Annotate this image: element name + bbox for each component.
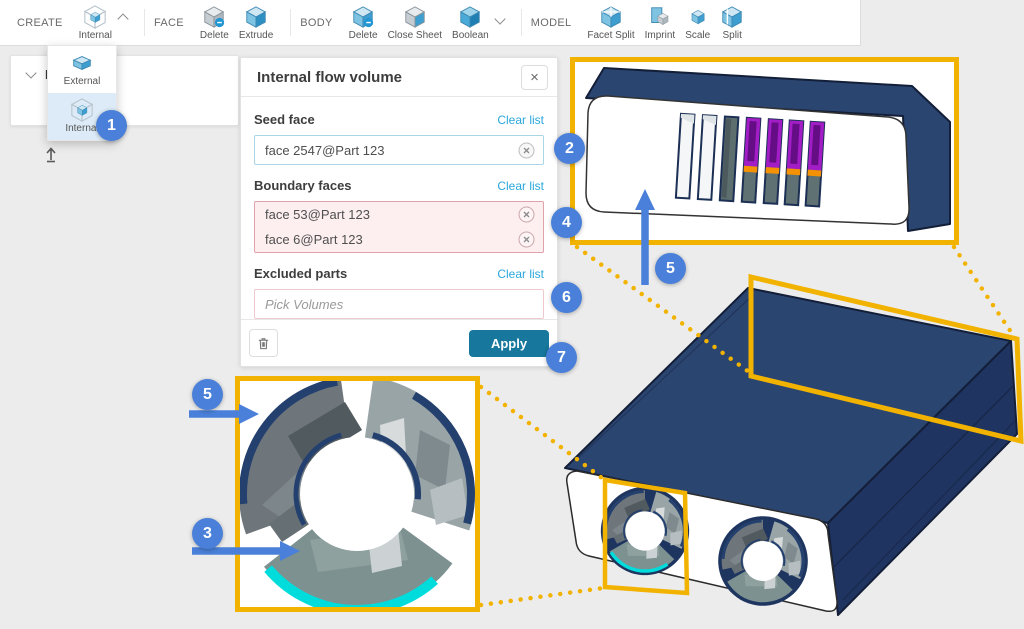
arrow-up-icon xyxy=(635,189,655,285)
group-label-model: MODEL xyxy=(531,17,572,29)
toolbar-button-boolean[interactable]: Boolean xyxy=(452,5,504,41)
upload-button[interactable] xyxy=(41,144,61,164)
top-face-highlight-frame xyxy=(751,277,1021,441)
top-toolbar: CREATE Internal FACE Delete xyxy=(0,0,861,46)
model-split-icon xyxy=(720,5,744,29)
internal-volume-icon xyxy=(83,5,107,29)
body-close-sheet-icon xyxy=(403,5,427,29)
toolbar-button-face-extrude[interactable]: Extrude xyxy=(239,5,273,41)
body-boolean-icon xyxy=(458,5,482,29)
toolbar-group-face: FACE Delete Extrude xyxy=(145,0,291,45)
dialog-title: Internal flow volume xyxy=(257,69,402,86)
face-delete-icon xyxy=(202,5,226,29)
callout-6: 6 xyxy=(551,282,582,313)
callout-4: 4 xyxy=(551,207,582,238)
rear-slots-inset xyxy=(573,60,957,243)
dialog-footer: Apply xyxy=(241,319,557,366)
dialog-header: Internal flow volume × xyxy=(241,58,557,97)
callout-2: 2 xyxy=(554,133,585,164)
dropdown-option-external[interactable]: External xyxy=(48,46,116,93)
callout-5-top: 5 xyxy=(655,253,686,284)
chevron-down-icon xyxy=(494,13,505,24)
toolbar-button-facet-split[interactable]: Facet Split xyxy=(587,5,634,41)
model-facet-split-icon xyxy=(599,5,623,29)
internal-volume-icon xyxy=(70,98,94,122)
seed-face-clear-link[interactable]: Clear list xyxy=(497,113,544,127)
callout-1: 1 xyxy=(96,110,127,141)
trash-icon xyxy=(256,336,271,351)
remove-icon[interactable] xyxy=(518,206,535,223)
toolbar-button-internal[interactable]: Internal xyxy=(79,5,127,41)
chevron-down-icon[interactable] xyxy=(25,67,36,78)
toolbar-button-split[interactable]: Split xyxy=(720,5,744,41)
fan-zoom-inset xyxy=(238,377,478,612)
toolbar-button-body-delete[interactable]: Delete xyxy=(349,5,378,41)
model-scale-icon xyxy=(686,5,710,29)
callout-3: 3 xyxy=(192,518,223,549)
apply-button[interactable]: Apply xyxy=(469,330,549,357)
enclosure-3d-model xyxy=(565,288,1017,615)
chevron-up-icon xyxy=(117,13,128,24)
list-item: face 2547@Part 123 xyxy=(255,136,543,164)
delete-operation-button[interactable] xyxy=(249,329,278,357)
toolbar-group-create: CREATE Internal xyxy=(8,0,145,45)
toolbar-button-imprint[interactable]: Imprint xyxy=(645,5,676,41)
group-label-face: FACE xyxy=(154,17,184,29)
boundary-faces-clear-link[interactable]: Clear list xyxy=(497,179,544,193)
excluded-parts-input[interactable] xyxy=(255,290,543,318)
callout-7: 7 xyxy=(546,342,577,373)
remove-icon[interactable] xyxy=(518,231,535,248)
toolbar-group-model: MODEL Facet Split Imprint Scale xyxy=(522,0,762,45)
body-delete-icon xyxy=(351,5,375,29)
excluded-parts-picker[interactable] xyxy=(254,289,544,319)
boundary-faces-label: Boundary faces xyxy=(254,178,352,193)
excluded-parts-clear-link[interactable]: Clear list xyxy=(497,267,544,281)
toolbar-button-scale[interactable]: Scale xyxy=(685,5,710,41)
upload-icon xyxy=(41,144,61,164)
front-fan-right xyxy=(712,510,813,611)
vent-slots xyxy=(676,114,824,207)
excluded-parts-label: Excluded parts xyxy=(254,266,347,281)
seed-face-label: Seed face xyxy=(254,112,315,127)
group-label-body: BODY xyxy=(300,17,332,29)
toolbar-group-body: BODY Delete Close Sheet Boolean xyxy=(291,0,521,45)
fan-highlight-frame xyxy=(605,480,687,593)
toolbar-button-face-delete[interactable]: Delete xyxy=(200,5,229,41)
front-fan-left xyxy=(595,481,695,581)
internal-flow-volume-dialog: Internal flow volume × Seed face Clear l… xyxy=(240,57,558,367)
app-canvas: CREATE Internal FACE Delete xyxy=(0,0,1024,629)
model-imprint-icon xyxy=(648,5,672,29)
face-extrude-icon xyxy=(244,5,268,29)
close-button[interactable]: × xyxy=(521,65,548,90)
boundary-faces-picker[interactable]: face 53@Part 123 face 6@Part 123 xyxy=(254,201,544,253)
history-panel: HIS xyxy=(10,55,239,126)
callout-5-left: 5 xyxy=(192,379,223,410)
enclosure-front-face xyxy=(567,471,837,611)
seed-face-picker[interactable]: face 2547@Part 123 xyxy=(254,135,544,165)
close-icon: × xyxy=(530,69,539,86)
external-volume-icon xyxy=(70,51,94,75)
list-item: face 53@Part 123 xyxy=(255,202,543,227)
list-item: face 6@Part 123 xyxy=(255,227,543,252)
toolbar-button-close-sheet[interactable]: Close Sheet xyxy=(388,5,442,41)
group-label-create: CREATE xyxy=(17,17,63,29)
toolbar-button-label: Internal xyxy=(79,30,112,41)
remove-icon[interactable] xyxy=(518,142,535,159)
